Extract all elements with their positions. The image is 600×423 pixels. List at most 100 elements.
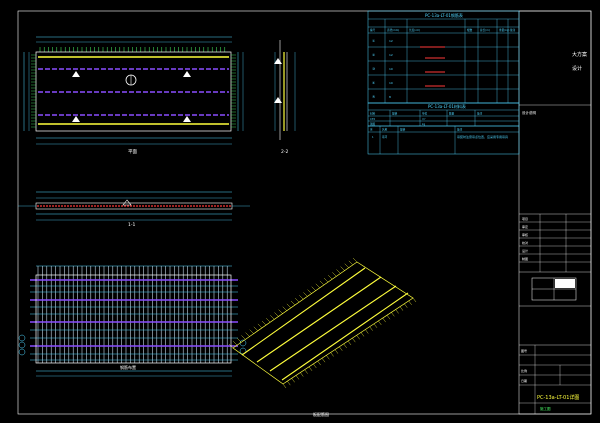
- table-cell: 吊环: [382, 135, 388, 139]
- table-header-cell: 名称: [382, 128, 388, 132]
- mesh-view-label: 钢筋布置: [120, 364, 136, 370]
- title-block-row-label: 审核: [522, 232, 528, 237]
- table-cell: ②: [372, 53, 375, 57]
- table-cell: ①: [372, 39, 375, 43]
- plan-view-label: 平面: [128, 149, 137, 155]
- iso-tick: [311, 286, 316, 291]
- material-table-title: PC-13a-LT-01材料表: [428, 103, 466, 109]
- table-header-cell: 材料: [370, 112, 376, 116]
- iso-tick: [307, 289, 312, 294]
- iso-tick: [391, 312, 395, 317]
- title-block: 大方案 设计 设计说明 项目审定审核校对设计制图 图号比例日期 PC-13a-L…: [519, 51, 591, 414]
- rebar-schedule-table: PC-13a-LT-01钢筋表 编号 直径(mm) 长度(cm) 根数 总长(m) 重量(…: [367, 10, 520, 104]
- iso-tick: [386, 315, 391, 320]
- iso-tick: [356, 335, 360, 340]
- table-header-cell: 编号: [370, 28, 376, 32]
- iso-tick: [278, 309, 283, 314]
- iso-tick: [378, 320, 382, 326]
- iso-tick: [245, 332, 250, 337]
- iso-tick: [299, 295, 304, 300]
- iso-tick: [303, 292, 308, 297]
- iso-tick: [232, 340, 238, 346]
- rebar-mesh-view: 钢筋布置: [18, 265, 247, 377]
- table-header-cell: 根数: [467, 28, 473, 32]
- iso-tick: [326, 355, 330, 360]
- table-header-cell: 直径(mm): [387, 28, 399, 32]
- iso-tick: [300, 372, 304, 377]
- table-header-cell: 备注: [457, 128, 463, 132]
- iso-tick: [237, 338, 242, 343]
- side-view-label: 2-2: [281, 149, 288, 155]
- iso-tick: [348, 260, 354, 266]
- table-header-cell: 备注: [477, 112, 483, 116]
- iso-tick: [257, 323, 263, 329]
- iso-tick: [330, 352, 334, 357]
- table-cell: ⑤: [372, 95, 375, 99]
- iso-tick: [404, 303, 408, 308]
- title-block-label: 比例: [521, 368, 527, 373]
- table-cell: kg: [422, 122, 426, 126]
- iso-tick: [249, 329, 254, 334]
- iso-tick: [340, 266, 345, 271]
- iso-tick: [336, 269, 341, 274]
- cad-drawing: 平面 2-2 1-1 钢筋布置 板配筋图 PC-13a-LT-01钢筋表 编号 …: [17, 10, 592, 417]
- table-cell: C35: [370, 117, 375, 121]
- plan-view: 平面: [23, 36, 244, 155]
- iso-tick: [317, 360, 321, 366]
- iso-tick: [334, 349, 339, 354]
- iso-tick: [274, 312, 279, 317]
- side-section-view: 2-2: [274, 40, 296, 155]
- title-block-row-label: 设计: [522, 248, 528, 253]
- iso-tick: [315, 283, 320, 288]
- iso-tick: [270, 315, 275, 320]
- elevation-view-label: 1-1: [128, 222, 135, 228]
- rebar-table-title: PC-13a-LT-01钢筋表: [425, 12, 463, 18]
- iso-tick: [304, 369, 308, 374]
- bottom-caption: 板配筋图: [313, 411, 329, 417]
- elevation-view: 1-1: [18, 191, 250, 228]
- company-name: 大方案: [572, 51, 587, 58]
- table-header-cell: 备注: [510, 28, 516, 32]
- iso-tick: [332, 272, 337, 277]
- notes-label: 设计说明: [522, 110, 536, 115]
- table-cell: ④: [372, 81, 375, 85]
- iso-tick: [286, 303, 292, 309]
- iso-tick: [319, 280, 325, 286]
- table-header-cell: 长度(cm): [409, 28, 420, 32]
- table-cell: m³: [422, 118, 426, 121]
- iso-tick: [323, 277, 329, 283]
- notes-table-text: 吊装时注意吊点位置，应采用专用吊具: [457, 134, 508, 139]
- iso-tick: [282, 383, 287, 389]
- table-header-cell: 重量(kg): [499, 28, 509, 32]
- drawing-status: 施工图: [540, 406, 551, 411]
- iso-tick: [295, 375, 300, 380]
- title-block-row-label: 制图: [522, 256, 528, 261]
- iso-tick: [365, 329, 369, 334]
- title-block-row-label: 校对: [522, 240, 528, 245]
- iso-tick: [347, 340, 352, 346]
- iso-tick: [241, 335, 246, 340]
- table-header-cell: 单位: [422, 112, 428, 116]
- iso-tick: [382, 317, 386, 323]
- iso-tick: [395, 309, 399, 314]
- title-block-label: 日期: [521, 378, 527, 383]
- iso-tick: [294, 297, 300, 303]
- table-header-cell: 规格: [400, 128, 406, 132]
- iso-tick: [408, 300, 412, 305]
- title-block-row-label: 审定: [522, 224, 528, 229]
- table-cell: 钢筋: [370, 122, 376, 126]
- table-cell: 10: [389, 81, 393, 85]
- iso-tick: [373, 323, 378, 328]
- iso-tick: [266, 318, 271, 323]
- notes-table: 吊装时注意吊点位置，应采用专用吊具 序 名称 规格 备注 1 吊环: [367, 125, 520, 155]
- iso-tick: [313, 363, 317, 369]
- iso-tick: [352, 338, 356, 343]
- table-cell: 1: [372, 135, 374, 139]
- table-cell: ③: [372, 67, 375, 71]
- iso-tick: [343, 343, 347, 348]
- table-cell: 12: [389, 53, 393, 57]
- iso-tick: [399, 306, 404, 311]
- table-header-cell: 总长(m): [480, 28, 490, 32]
- table-header-cell: 数量: [449, 112, 455, 116]
- iso-tick: [290, 300, 296, 306]
